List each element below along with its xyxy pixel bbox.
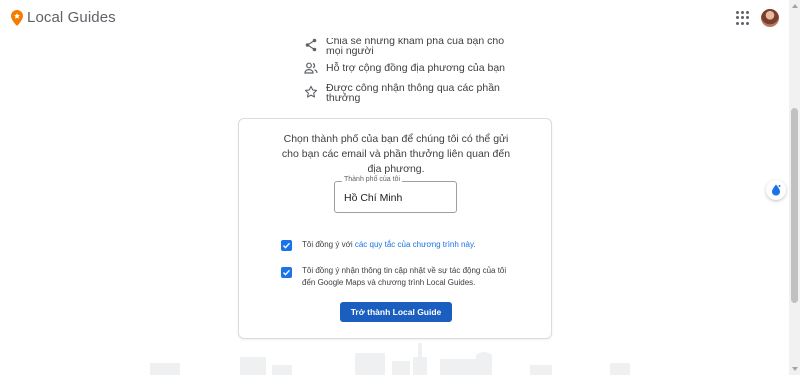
vertical-scrollbar[interactable] xyxy=(789,0,800,375)
scrollbar-thumb[interactable] xyxy=(791,108,798,303)
checkmark-icon xyxy=(283,269,291,276)
scroll-down-arrow[interactable] xyxy=(792,367,798,371)
benefit-rewards: Được công nhận thông qua các phần thưởng xyxy=(304,83,500,103)
checkmark-icon xyxy=(283,242,291,249)
agree-updates-text: Tôi đồng ý nhận thông tin cập nhật về sự… xyxy=(302,266,507,287)
benefit-share: Chia sẻ những khám phá của bạn cho mọi n… xyxy=(304,36,504,56)
city-input-value: Hồ Chí Minh xyxy=(344,192,403,204)
scroll-up-arrow[interactable] xyxy=(792,4,798,8)
star-icon xyxy=(304,85,318,98)
agree-rules-text: Tôi đồng ý với các quy tắc của chương tr… xyxy=(302,240,476,249)
apps-grid-icon[interactable] xyxy=(736,11,750,25)
agree-updates-row: Tôi đồng ý nhận thông tin cập nhật về sự… xyxy=(281,266,506,287)
city-signup-card: Chọn thành phố của bạn để chúng tôi có t… xyxy=(238,118,552,339)
water-drop-icon xyxy=(772,184,781,196)
user-avatar[interactable] xyxy=(761,9,779,27)
become-local-guide-button[interactable]: Trở thành Local Guide xyxy=(340,302,452,322)
card-description: Chọn thành phố của bạn để chúng tôi có t… xyxy=(281,133,511,175)
brand-name: Local Guides xyxy=(27,9,116,26)
agree-rules-row: Tôi đồng ý với các quy tắc của chương tr… xyxy=(281,240,476,251)
program-rules-link[interactable]: các quy tắc của chương trình này xyxy=(355,240,474,249)
city-input[interactable]: Thành phố của tôi Hồ Chí Minh xyxy=(334,176,457,213)
benefit-label: Được công nhận thông qua các phần thưởng xyxy=(326,82,500,104)
map-pin-icon xyxy=(11,9,23,26)
water-drop-extension-button[interactable] xyxy=(766,180,786,200)
agree-rules-checkbox[interactable] xyxy=(281,240,292,251)
share-icon xyxy=(305,38,317,52)
agree-updates-checkbox[interactable] xyxy=(281,267,292,278)
brand[interactable]: Local Guides xyxy=(11,9,116,26)
benefit-community: Hỗ trợ cộng đồng địa phương của bạn xyxy=(304,61,505,75)
benefit-label: Chia sẻ những khám phá của bạn cho mọi n… xyxy=(326,35,505,57)
city-input-label: Thành phố của tôi xyxy=(342,176,403,183)
top-bar: Local Guides xyxy=(0,0,789,38)
city-skyline-illustration xyxy=(150,343,630,375)
people-icon xyxy=(304,62,318,74)
benefit-label: Hỗ trợ cộng đồng địa phương của bạn xyxy=(326,62,506,74)
